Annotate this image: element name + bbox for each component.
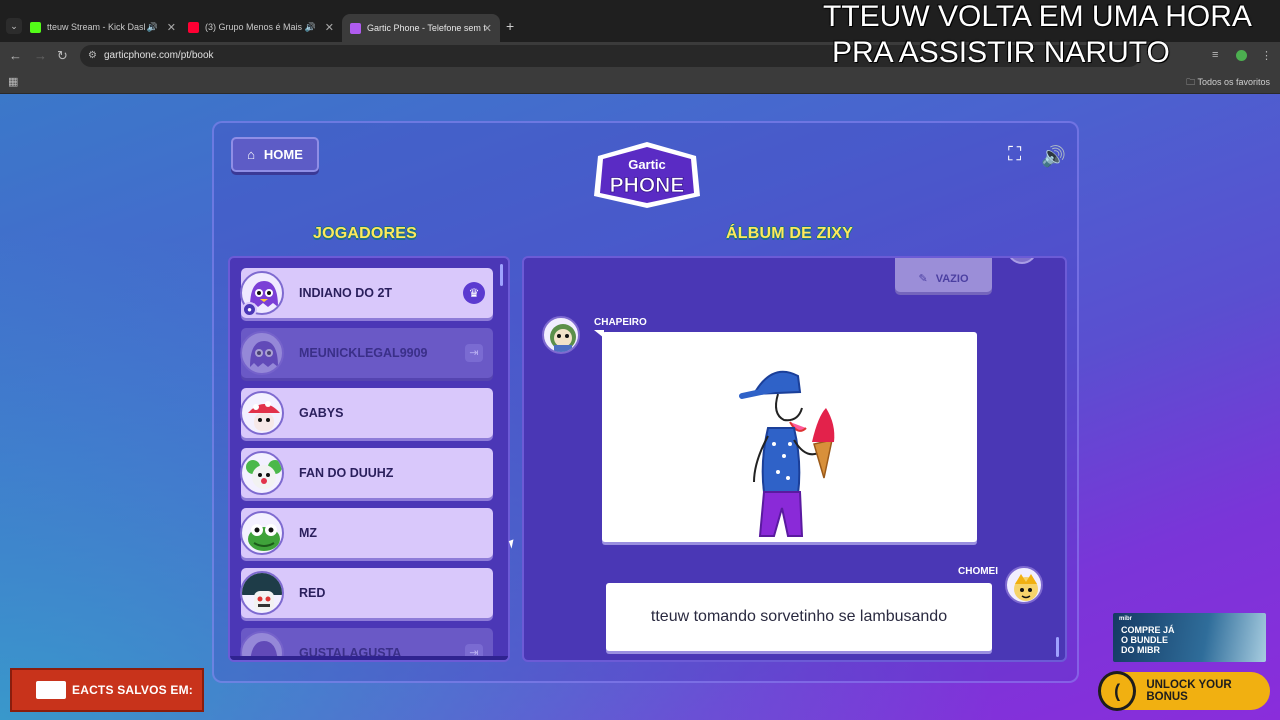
ad-brand: mibr [1119,616,1133,622]
avatar [240,451,284,495]
gartic-favicon-icon [350,22,361,34]
album-title: ÁLBUM DE ZIXY [726,225,854,242]
logo-top-text: Gartic [628,157,666,172]
avatar [1007,258,1037,264]
avatar [240,391,284,435]
crown-icon: ♛ [463,282,485,304]
speaker-icon: 🔊 [304,21,316,32]
fullscreen-icon[interactable]: ⛶ [1008,144,1021,166]
game-page: ⌂ HOME Gartic PHONE ⛶ 🔊 JOGADORES ÁLBUM … [0,94,1280,720]
player-name: GABYS [299,406,344,420]
all-bookmarks-label: Todos os favoritos [1197,77,1270,87]
house-icon: ⌂ [247,147,255,162]
player-name: MEUNICKLEGAL9909 [299,346,428,360]
forward-icon[interactable]: → [34,48,47,63]
apps-grid-icon[interactable]: ▦ [8,75,20,88]
profile-avatar[interactable] [1236,50,1247,61]
player-name: FAN DO DUUHZ [299,466,394,480]
logo-bottom-text: PHONE [610,174,685,197]
stream-overlay-line-2: PRA ASSISTIR NARUTO [832,36,1170,69]
tab-title: (3) Grupo Menos é Mais - C [205,22,303,32]
pencil-icon: ✎ [918,273,928,285]
all-bookmarks-link[interactable]: 🗀 Todos os favoritos [1186,75,1270,91]
close-tab-icon[interactable]: ✕ [167,21,176,34]
entry-author: CHOMEI [958,566,998,577]
avatar [240,331,284,375]
entry-author: CHAPEIRO [594,317,647,328]
text-card: tteuw tomando sorvetinho se lambusando [606,583,992,651]
avatar [240,511,284,555]
tab-title: tteuw Stream - Kick Dashbo [47,22,145,32]
album-scrollbar[interactable] [1056,637,1059,657]
players-scrollbar[interactable] [500,264,503,286]
banner-text: EACTS SALVOS EM: [72,683,193,697]
tab-gartic[interactable]: Gartic Phone - Telefone sem fio ✕ [342,14,500,42]
bonus-label: UNLOCK YOUR BONUS [1146,679,1232,703]
kick-favicon-icon [30,21,41,33]
player-card-host: ● INDIANO DO 2T ♛ [240,268,493,318]
player-card-offline: MEUNICKLEGAL9909 ⇥ [240,328,493,378]
stream-banner-left: EACTS SALVOS EM: [10,668,204,712]
banner-logo-icon [36,681,66,699]
tab-title: Gartic Phone - Telefone sem fio [367,23,485,33]
url-text: garticphone.com/pt/book [104,50,214,61]
players-title: JOGADORES [313,225,418,242]
player-name: MZ [299,526,318,540]
site-info-icon[interactable]: ⚙ [88,50,99,61]
player-card: FAN DO DUUHZ [240,448,493,498]
exit-icon: ⇥ [465,344,483,362]
player-name: INDIANO DO 2T [299,286,393,300]
bookmarks-bar: ▦ 🗀 Todos os favoritos [0,70,1280,94]
players-list-bottom-edge [230,656,508,660]
back-icon[interactable]: ← [9,48,22,63]
speaker-icon: 🔊 [146,21,158,32]
album-panel[interactable]: ✎ VAZIO CHAPEIRO CHOMEI tteuw tomando so… [522,256,1067,662]
drawing-card [602,332,977,542]
players-list[interactable]: ● INDIANO DO 2T ♛ MEUNICKLEGAL9909 ⇥ GAB… [228,256,510,662]
player-card: GABYS [240,388,493,438]
chapeiro-avatar [542,316,580,354]
player-card: RED [240,568,493,618]
mibr-ad: mibr COMPRE JÁ O BUNDLE DO MIBR [1113,613,1266,662]
home-label: HOME [263,147,303,162]
tab-kick[interactable]: tteuw Stream - Kick Dashbo 🔊 ✕ [30,15,180,39]
new-tab-button[interactable]: + [506,18,514,34]
youtube-favicon-icon [188,21,199,33]
close-tab-icon[interactable]: ✕ [483,22,492,35]
media-controls-icon[interactable]: ≡ [1212,49,1218,61]
player-card: MZ [240,508,493,558]
chomei-avatar [1005,566,1043,604]
avatar [240,571,284,615]
reload-icon[interactable]: ↻ [57,48,68,64]
host-person-icon: ● [242,302,257,317]
volume-icon[interactable]: 🔊 [1041,144,1066,169]
vazio-label: VAZIO [935,273,969,285]
unlock-bonus-banner: ( UNLOCK YOUR BONUS [1098,671,1270,711]
close-tab-icon[interactable]: ✕ [325,21,334,34]
ad-text: COMPRE JÁ O BUNDLE DO MIBR [1121,625,1175,655]
home-button[interactable]: ⌂ HOME [231,137,319,172]
tab-youtube[interactable]: (3) Grupo Menos é Mais - C 🔊 ✕ [188,15,338,39]
bonus-logo-icon: ( [1098,671,1137,711]
menu-kebab-icon[interactable]: ⋮ [1261,49,1272,62]
gartic-phone-logo: Gartic PHONE [594,142,700,208]
stream-overlay-line-1: TTEUW VOLTA EM UMA HORA [823,0,1252,33]
player-name: RED [299,586,326,600]
player-drawing [739,370,835,537]
tab-search-button[interactable]: ⌄ [6,18,22,34]
vazio-card: ✎ VAZIO [895,258,992,292]
